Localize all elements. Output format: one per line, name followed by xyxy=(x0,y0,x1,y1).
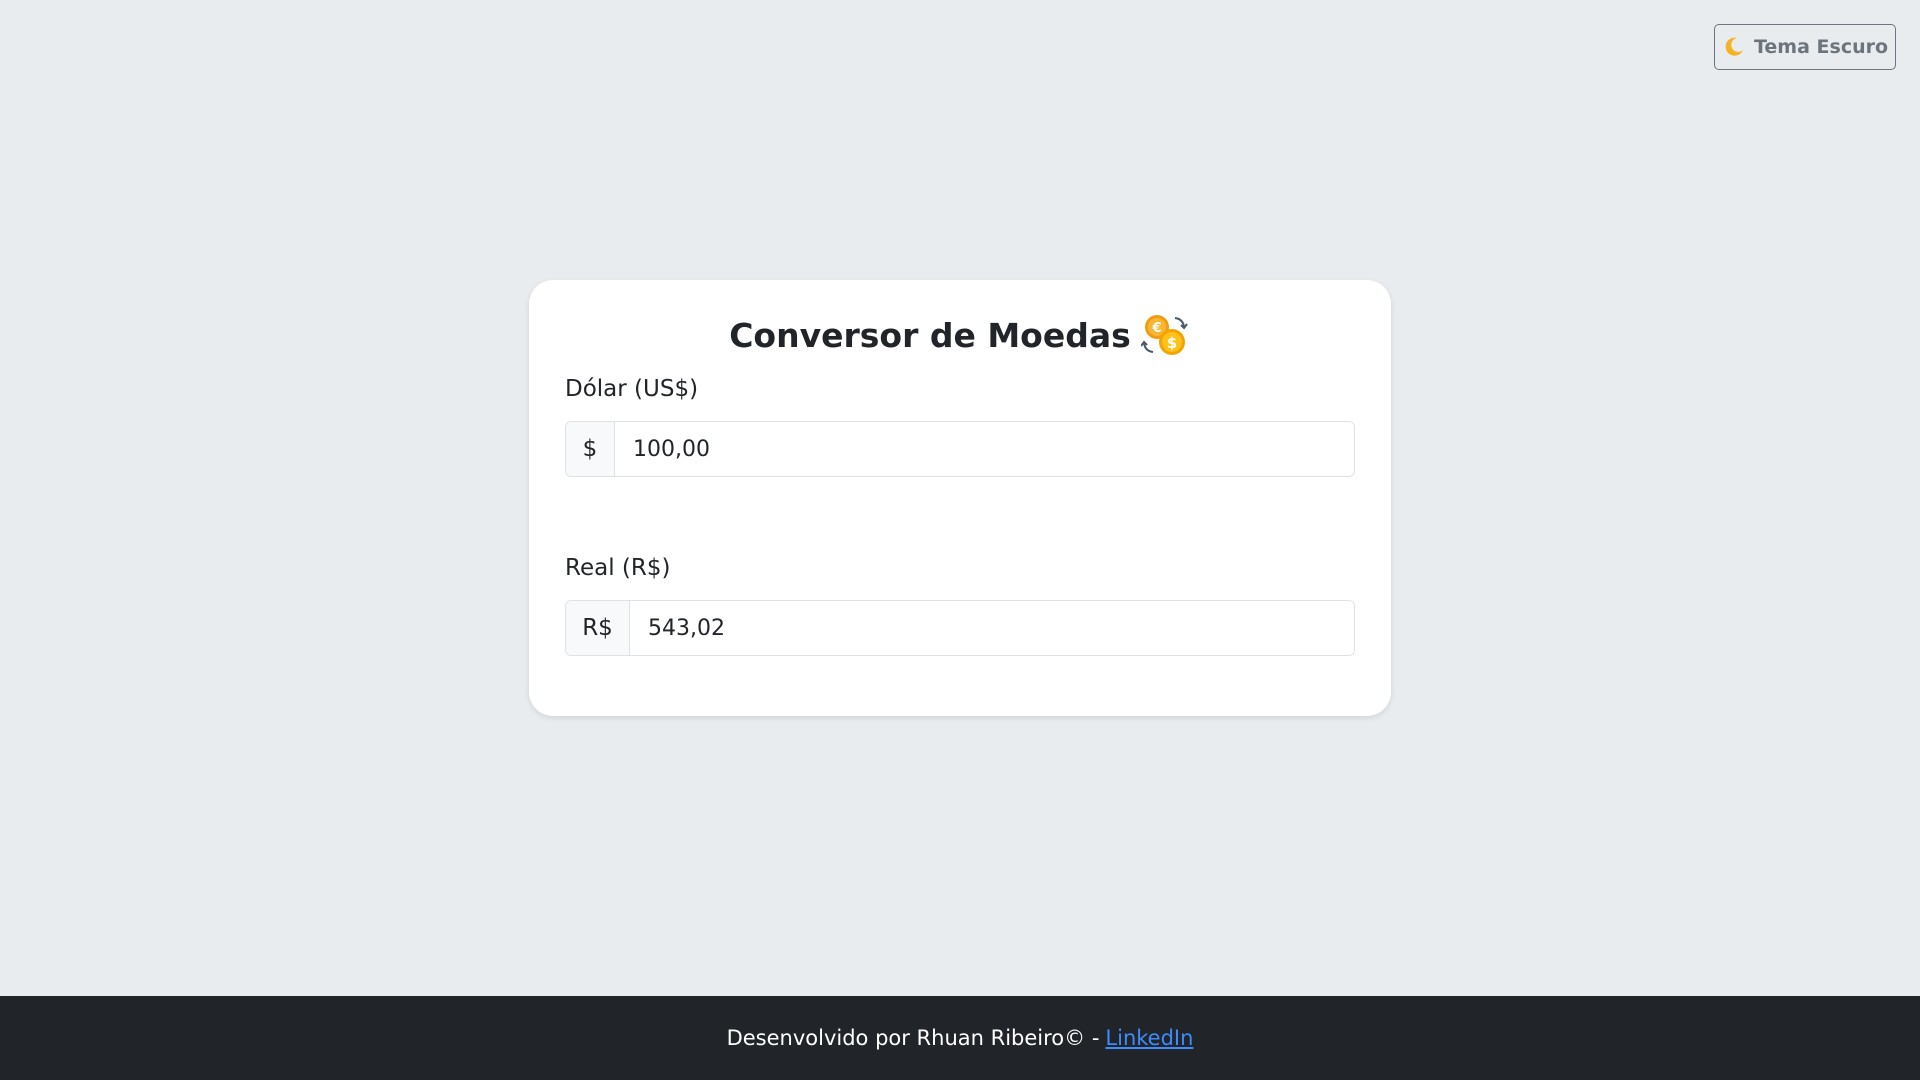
theme-toggle-label: Tema Escuro xyxy=(1753,36,1889,58)
linkedin-link[interactable]: LinkedIn xyxy=(1105,1026,1193,1050)
dollar-input[interactable] xyxy=(615,422,1354,476)
footer-text: Desenvolvido por Rhuan Ribeiro© - xyxy=(726,1026,1100,1050)
real-input[interactable] xyxy=(630,601,1354,655)
real-symbol: R$ xyxy=(566,601,630,655)
dollar-input-group: $ xyxy=(565,421,1355,477)
currency-exchange-icon: € $ xyxy=(1140,310,1191,360)
dollar-label: Dólar (US$) xyxy=(565,376,699,402)
real-input-group: R$ xyxy=(565,600,1355,656)
theme-toggle-button[interactable]: Tema Escuro xyxy=(1714,24,1896,70)
converter-card: Conversor de Moedas € $ Dólar (US$) $ Re… xyxy=(529,280,1391,716)
moon-icon xyxy=(1722,35,1746,59)
dollar-symbol: $ xyxy=(566,422,615,476)
svg-text:$: $ xyxy=(1167,334,1177,352)
page-title: Conversor de Moedas xyxy=(729,315,1131,355)
title-row: Conversor de Moedas € $ xyxy=(529,310,1391,360)
svg-text:€: € xyxy=(1151,321,1161,336)
footer: Desenvolvido por Rhuan Ribeiro© - Linked… xyxy=(0,996,1920,1080)
real-label: Real (R$) xyxy=(565,555,671,581)
